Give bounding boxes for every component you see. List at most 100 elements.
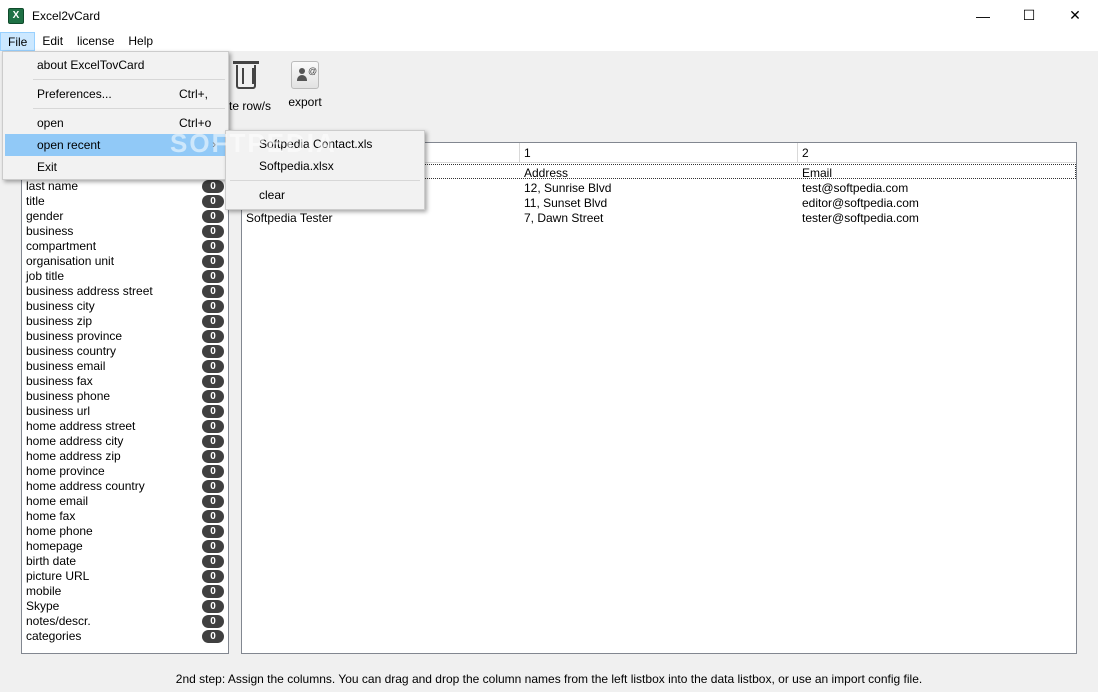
maximize-icon[interactable]: ☐ (1006, 0, 1052, 31)
field-name: home address city (26, 434, 124, 448)
field-name: mobile (26, 584, 62, 598)
field-name: compartment (26, 239, 97, 253)
list-item[interactable]: birth date 0 (26, 554, 226, 569)
close-icon[interactable]: ✕ (1052, 0, 1098, 31)
table-cell[interactable]: 7, Dawn Street (520, 211, 603, 226)
menu-item-about[interactable]: about ExcelTovCard (5, 54, 226, 76)
recent-file-item[interactable]: Softpedia Contact.xls (228, 133, 422, 155)
table-cell[interactable]: Email (798, 166, 832, 181)
table-cell[interactable]: 11, Sunset Blvd (520, 196, 607, 211)
table-cell[interactable]: editor@softpedia.com (798, 196, 919, 211)
list-item[interactable]: business 0 (26, 224, 226, 239)
list-item[interactable]: notes/descr. 0 (26, 614, 226, 629)
list-item[interactable]: home address street 0 (26, 419, 226, 434)
field-name: organisation unit (26, 254, 115, 268)
list-item[interactable]: categories 0 (26, 629, 226, 644)
field-name: business province (26, 329, 123, 343)
delete-rows-button[interactable]: te row/s (220, 61, 280, 113)
excel-app-icon: X (8, 7, 24, 24)
table-cell[interactable]: Softpedia Tester (242, 211, 333, 226)
list-item[interactable]: business province 0 (26, 329, 226, 344)
data-listbox[interactable]: 1 2 Address Email 12, Sunrise Blvd test@… (241, 142, 1077, 654)
list-item[interactable]: business email 0 (26, 359, 226, 374)
menu-edit[interactable]: Edit (35, 32, 70, 51)
menu-item-label: Preferences... (37, 87, 112, 101)
count-badge: 0 (202, 420, 224, 433)
list-item[interactable]: business zip 0 (26, 314, 226, 329)
count-badge: 0 (202, 210, 224, 223)
menu-file[interactable]: File (0, 31, 36, 51)
count-badge: 0 (202, 225, 224, 238)
count-badge: 0 (202, 585, 224, 598)
list-item[interactable]: organisation unit 0 (26, 254, 226, 269)
menu-item-label: open (37, 116, 64, 130)
recent-file-item[interactable]: Softpedia.xlsx (228, 155, 422, 177)
field-name: business fax (26, 374, 93, 388)
list-item[interactable]: job title 0 (26, 269, 226, 284)
list-item[interactable]: last name 0 (26, 179, 226, 194)
count-badge: 0 (202, 255, 224, 268)
menu-item-label: about ExcelTovCard (37, 58, 145, 72)
count-badge: 0 (202, 450, 224, 463)
minimize-icon[interactable]: — (960, 0, 1006, 31)
count-badge: 0 (202, 375, 224, 388)
table-cell[interactable]: tester@softpedia.com (798, 211, 919, 226)
field-name: business city (26, 299, 95, 313)
count-badge: 0 (202, 240, 224, 253)
table-cell[interactable]: Address (520, 166, 568, 181)
list-item[interactable]: business phone 0 (26, 389, 226, 404)
window-controls: — ☐ ✕ (960, 0, 1098, 31)
count-badge: 0 (202, 330, 224, 343)
field-name: home email (26, 494, 89, 508)
count-badge: 0 (202, 180, 224, 193)
column-header-1[interactable]: 1 (520, 143, 798, 163)
list-item[interactable]: home email 0 (26, 494, 226, 509)
export-button[interactable]: @ export (275, 61, 335, 109)
table-cell[interactable]: 12, Sunrise Blvd (520, 181, 611, 196)
list-item[interactable]: home province 0 (26, 464, 226, 479)
list-item[interactable]: business address street 0 (26, 284, 226, 299)
menu-separator (33, 108, 225, 109)
count-badge: 0 (202, 525, 224, 538)
menu-item-exit[interactable]: Exit (5, 156, 226, 178)
count-badge: 0 (202, 600, 224, 613)
menu-license[interactable]: license (70, 32, 121, 51)
list-item[interactable]: homepage 0 (26, 539, 226, 554)
field-name: home phone (26, 524, 93, 538)
list-item[interactable]: business fax 0 (26, 374, 226, 389)
list-item[interactable]: Skype 0 (26, 599, 226, 614)
count-badge: 0 (202, 615, 224, 628)
menu-help[interactable]: Help (121, 32, 160, 51)
trash-icon (233, 61, 264, 93)
count-badge: 0 (202, 300, 224, 313)
field-name: home address zip (26, 449, 121, 463)
field-name: home province (26, 464, 105, 478)
count-badge: 0 (202, 630, 224, 643)
field-name: last name (26, 179, 79, 193)
list-item[interactable]: gender 0 (26, 209, 226, 224)
count-badge: 0 (202, 195, 224, 208)
list-item[interactable]: home address country 0 (26, 479, 226, 494)
column-header-2[interactable]: 2 (798, 143, 1076, 163)
list-item[interactable]: home phone 0 (26, 524, 226, 539)
count-badge: 0 (202, 270, 224, 283)
menu-bar: File Edit license Help (0, 31, 1098, 51)
list-item[interactable]: home address city 0 (26, 434, 226, 449)
menu-item-open-recent[interactable]: open recent › (5, 134, 226, 156)
menu-item-open[interactable]: open Ctrl+o (5, 112, 226, 134)
list-item[interactable]: compartment 0 (26, 239, 226, 254)
count-badge: 0 (202, 555, 224, 568)
list-item[interactable]: picture URL 0 (26, 569, 226, 584)
clear-recent-button[interactable]: clear (228, 184, 422, 206)
list-item[interactable]: title 0 (26, 194, 226, 209)
field-listbox[interactable]: last name 0 title 0 gender 0 business 0 compartm… (21, 142, 229, 654)
table-cell[interactable]: test@softpedia.com (798, 181, 908, 196)
list-item[interactable]: business country 0 (26, 344, 226, 359)
list-item[interactable]: home fax 0 (26, 509, 226, 524)
menu-item-preferences[interactable]: Preferences... Ctrl+, (5, 83, 226, 105)
list-item[interactable]: business url 0 (26, 404, 226, 419)
status-bar: 2nd step: Assign the columns. You can dr… (0, 666, 1098, 692)
list-item[interactable]: business city 0 (26, 299, 226, 314)
list-item[interactable]: mobile 0 (26, 584, 226, 599)
list-item[interactable]: home address zip 0 (26, 449, 226, 464)
